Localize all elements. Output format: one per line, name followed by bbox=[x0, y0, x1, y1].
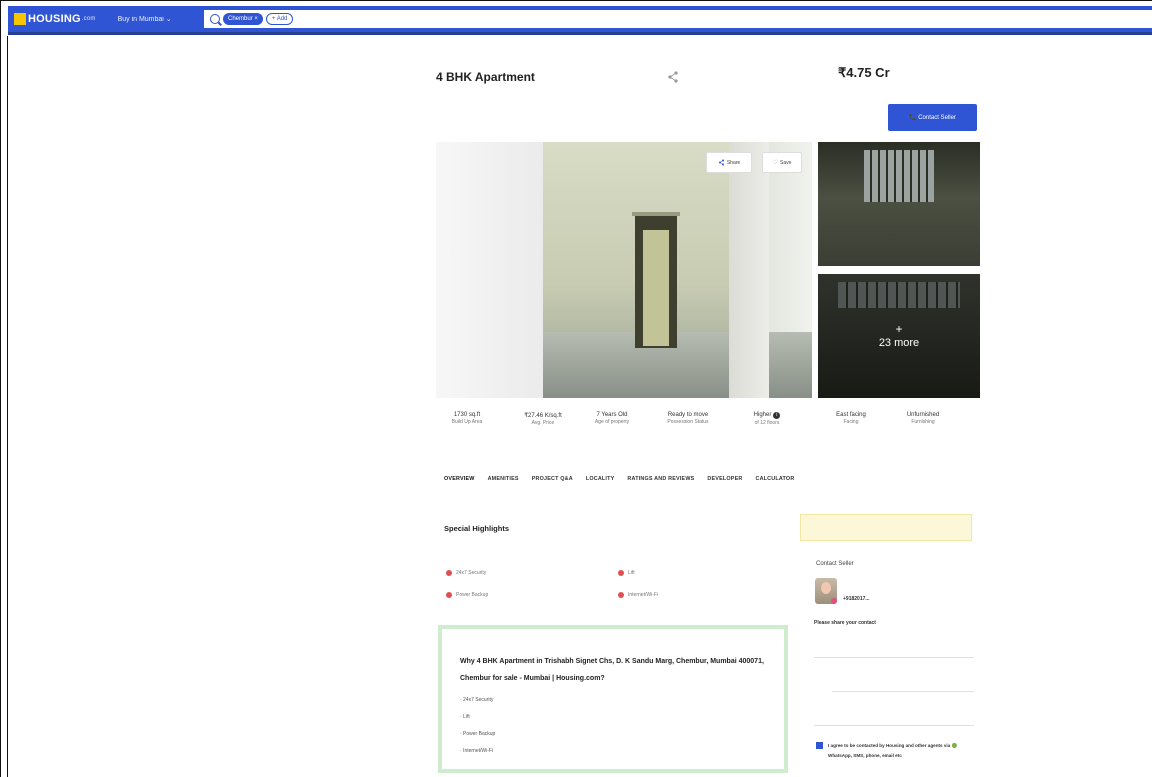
contact-seller-button[interactable]: 📞 Contact Seller bbox=[888, 104, 977, 131]
fact-age: 7 Years Old Age of property bbox=[586, 412, 638, 426]
photo-wall-left bbox=[436, 142, 543, 398]
email-field[interactable] bbox=[814, 706, 974, 726]
highlight-label: 24x7 Security bbox=[456, 570, 487, 576]
why-item: · Power Backup bbox=[460, 731, 496, 737]
more-photos-count: 23 more bbox=[878, 337, 920, 349]
fact-label: Build Up Area bbox=[451, 419, 483, 425]
highlight-dot-icon bbox=[618, 592, 624, 598]
why-box-title: Why 4 BHK Apartment in Trishabh Signet C… bbox=[460, 658, 764, 682]
fact-area: 1730 sq.ft Build Up Area bbox=[436, 412, 498, 426]
fact-facing: East facing Facing bbox=[820, 412, 882, 426]
logo-mark-icon bbox=[14, 13, 26, 25]
awareness-banner bbox=[800, 514, 972, 541]
why-item: · 24x7 Security bbox=[460, 697, 494, 703]
top-navigation-bar: HOUSING .com Buy in Mumbai ⌄ Chembur × +… bbox=[8, 6, 1152, 32]
highlight-item: Lift bbox=[618, 570, 635, 576]
fact-value: 1730 sq.ft bbox=[453, 412, 481, 418]
avatar-face bbox=[821, 582, 831, 594]
highlight-dot-icon bbox=[618, 570, 624, 576]
fact-value: ₹27.46 K/sq.ft bbox=[524, 413, 562, 419]
fact-value: 7 Years Old bbox=[596, 412, 628, 418]
listing-price: ₹4.75 Cr bbox=[838, 65, 890, 80]
header-divider bbox=[8, 32, 1152, 35]
photo-pillar bbox=[729, 142, 769, 398]
main-photo[interactable]: Share ♡ Save bbox=[436, 142, 812, 398]
why-item: · Lift bbox=[460, 714, 470, 720]
share-photo-label: Share bbox=[726, 159, 741, 166]
share-icon[interactable] bbox=[666, 70, 680, 84]
save-listing-label: Save bbox=[779, 159, 792, 166]
highlight-item: 24x7 Security bbox=[446, 570, 486, 576]
logo-suffix: .com bbox=[81, 16, 96, 22]
fact-label: of 12 floors bbox=[754, 420, 780, 426]
consent-text: I agree to be contacted by Housing and o… bbox=[828, 743, 958, 758]
highlight-label: Lift bbox=[628, 570, 635, 576]
consent-checkbox[interactable] bbox=[816, 742, 823, 749]
heart-icon: ♡ bbox=[772, 160, 778, 166]
share-small-icon bbox=[718, 159, 724, 166]
more-plus: + bbox=[895, 322, 903, 336]
tab-locality[interactable]: LOCALITY bbox=[586, 476, 615, 482]
buy-city-menu[interactable]: Buy in Mumbai ⌄ bbox=[118, 15, 172, 23]
share-contact-prompt: Please share your contact bbox=[814, 620, 876, 626]
name-field[interactable] bbox=[814, 638, 974, 658]
add-locality-chip[interactable]: + Add bbox=[265, 13, 294, 25]
highlight-label: Internet/Wi-Fi bbox=[628, 592, 659, 598]
why-item: · Internet/Wi-Fi bbox=[460, 748, 494, 754]
search-bar[interactable]: Chembur × + Add bbox=[204, 10, 1152, 28]
tab-ratings-reviews[interactable]: RATINGS AND REVIEWS bbox=[627, 476, 694, 482]
tab-developer[interactable]: DEVELOPER bbox=[707, 476, 742, 482]
housing-logo[interactable]: HOUSING .com bbox=[14, 13, 96, 25]
photo-gallery: Share ♡ Save + 23 more bbox=[436, 142, 980, 398]
photo-floor bbox=[543, 332, 812, 398]
fact-label: Age of property bbox=[594, 419, 630, 425]
listing-title: 4 BHK Apartment bbox=[436, 70, 535, 84]
why-this-property-box: Why 4 BHK Apartment in Trishabh Signet C… bbox=[438, 625, 788, 773]
fact-possession: Ready to move Possession Status bbox=[660, 412, 716, 426]
property-facts: 1730 sq.ft Build Up Area ₹27.46 K/sq.ft … bbox=[436, 412, 980, 456]
section-tabs: OVERVIEW AMENITIES PROJECT Q&A LOCALITY … bbox=[444, 476, 794, 482]
highlight-dot-icon bbox=[446, 570, 452, 576]
search-icon bbox=[210, 14, 220, 24]
more-photos-overlay[interactable]: + 23 more bbox=[818, 274, 980, 398]
photo-door-inner bbox=[643, 230, 669, 346]
fact-avg-price: ₹27.46 K/sq.ft Avg. Price bbox=[512, 412, 574, 427]
fact-floor-value: Higher bbox=[753, 412, 772, 418]
fact-value: Higher i bbox=[736, 412, 798, 419]
seller-phone[interactable]: +9182017... bbox=[843, 596, 870, 602]
fact-value: Ready to move bbox=[667, 412, 709, 418]
save-listing-button[interactable]: ♡ Save bbox=[762, 152, 802, 173]
listing-content: 4 BHK Apartment ₹4.75 Cr 📞 Contact Selle… bbox=[428, 36, 984, 777]
locality-chip[interactable]: Chembur × bbox=[223, 13, 263, 25]
tab-amenities[interactable]: AMENITIES bbox=[488, 476, 519, 482]
highlight-item: Power Backup bbox=[446, 592, 488, 598]
logo-text: HOUSING bbox=[28, 13, 81, 25]
highlight-item: Internet/Wi-Fi bbox=[618, 592, 658, 598]
tab-overview[interactable]: OVERVIEW bbox=[444, 476, 475, 482]
special-highlights-title: Special Highlights bbox=[444, 524, 510, 533]
share-photo-button[interactable]: Share bbox=[706, 152, 752, 173]
thumbnail-photo-2[interactable]: + 23 more bbox=[818, 274, 980, 398]
fact-value: Unfurnished bbox=[906, 412, 940, 418]
fact-value: East facing bbox=[836, 412, 866, 418]
fact-label: Furnishing bbox=[911, 419, 935, 425]
fact-label: Possession Status bbox=[667, 419, 709, 425]
fact-label: Avg. Price bbox=[531, 420, 555, 426]
highlight-dot-icon bbox=[446, 592, 452, 598]
thumb-window bbox=[864, 150, 934, 202]
highlight-label: Power Backup bbox=[456, 592, 489, 598]
contact-seller-title: Contact Seller bbox=[816, 561, 854, 567]
thumbnail-photo-1[interactable] bbox=[818, 142, 980, 266]
phone-field[interactable] bbox=[832, 672, 974, 692]
fact-floor: Higher i of 12 floors bbox=[736, 412, 798, 427]
tab-project-qa[interactable]: PROJECT Q&A bbox=[532, 476, 573, 482]
fact-label: Facing bbox=[843, 419, 859, 425]
page-left-edge bbox=[7, 36, 8, 777]
verified-badge-icon bbox=[831, 598, 837, 604]
fact-furnishing: Unfurnished Furnishing bbox=[892, 412, 954, 426]
tab-calculator[interactable]: CALCULATOR bbox=[755, 476, 794, 482]
info-icon[interactable]: i bbox=[773, 412, 781, 419]
